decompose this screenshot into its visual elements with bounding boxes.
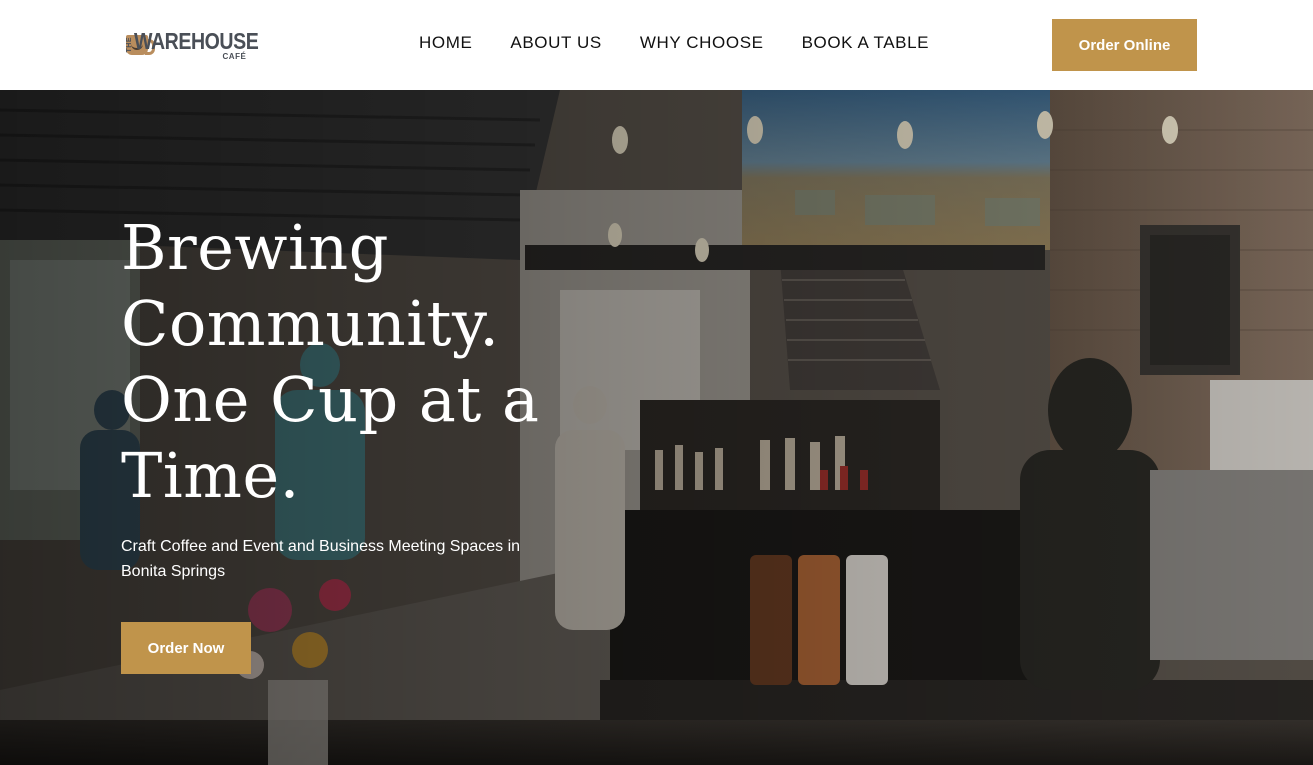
nav-about-us[interactable]: ABOUT US — [510, 33, 601, 53]
hero-section: Brewing Community. One Cup at a Time. Cr… — [0, 90, 1313, 765]
hero-title: Brewing Community. One Cup at a Time. — [121, 211, 540, 512]
order-now-button[interactable]: Order Now — [121, 622, 251, 674]
logo-name: WAREHOUSE — [134, 27, 259, 54]
nav-why-choose[interactable]: WHY CHOOSE — [640, 33, 764, 53]
logo-sub: CAFÉ — [222, 51, 247, 61]
site-header: THE WAREHOUSE CAFÉ HOME ABOUT US WHY CHO… — [0, 0, 1313, 90]
main-nav: HOME ABOUT US WHY CHOOSE BOOK A TABLE — [419, 33, 929, 53]
nav-home[interactable]: HOME — [419, 33, 472, 53]
order-online-button[interactable]: Order Online — [1052, 19, 1197, 71]
logo-wordmark: WAREHOUSE CAFÉ — [134, 27, 280, 61]
site-logo[interactable]: THE WAREHOUSE CAFÉ — [124, 24, 279, 66]
logo-prefix: THE — [126, 37, 133, 53]
hero-subtitle: Craft Coffee and Event and Business Meet… — [121, 538, 521, 580]
nav-book-a-table[interactable]: BOOK A TABLE — [802, 33, 930, 53]
